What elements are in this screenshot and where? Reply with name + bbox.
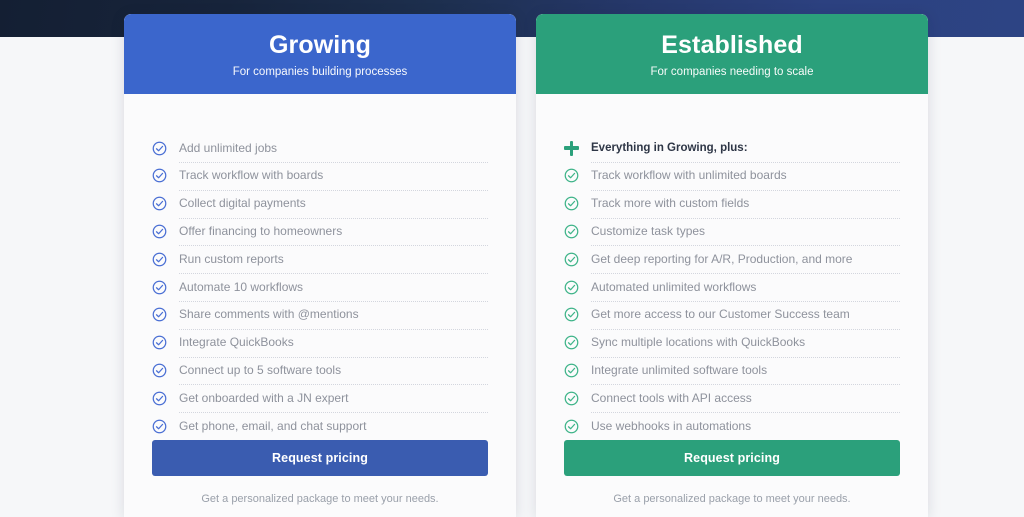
feature-item: Integrate unlimited software tools	[564, 356, 900, 385]
check-circle-icon	[152, 419, 167, 434]
feature-item: Get deep reporting for A/R, Production, …	[564, 245, 900, 273]
feature-item: Run custom reports	[152, 245, 488, 273]
feature-item: Use webhooks in automations	[564, 412, 900, 440]
cta-note-established: Get a personalized package to meet your …	[613, 493, 851, 505]
feature-label: Share comments with @mentions	[179, 307, 359, 322]
feature-item: Add unlimited jobs	[152, 134, 488, 162]
feature-item: Share comments with @mentions	[152, 301, 488, 329]
check-circle-icon	[152, 252, 167, 267]
feature-item: Offer financing to homeowners	[152, 217, 488, 246]
feature-item: Connect tools with API access	[564, 384, 900, 412]
request-pricing-button-growing[interactable]: Request pricing	[152, 440, 488, 476]
feature-label: Track workflow with unlimited boards	[591, 168, 787, 183]
plan-title: Established	[661, 31, 803, 60]
check-circle-icon	[564, 196, 579, 211]
pricing-plan-cards: Growing For companies building processes…	[124, 14, 929, 517]
feature-label: Integrate QuickBooks	[179, 335, 294, 350]
cta-section-established: Request pricing Get a personalized packa…	[564, 440, 900, 517]
check-circle-icon	[564, 363, 579, 378]
feature-label: Get onboarded with a JN expert	[179, 390, 349, 405]
feature-item: Customize task types	[564, 217, 900, 246]
feature-label: Use webhooks in automations	[591, 418, 752, 433]
feature-list-established: Everything in Growing, plus: Track workfl…	[564, 134, 900, 440]
check-circle-icon	[564, 419, 579, 434]
check-circle-icon	[152, 280, 167, 295]
check-circle-icon	[564, 307, 579, 322]
card-header-established: Established For companies needing to sca…	[536, 14, 928, 95]
cta-section-growing: Request pricing Get a personalized packa…	[152, 440, 488, 517]
feature-label: Get more access to our Customer Success …	[591, 307, 850, 322]
feature-item: Track workflow with boards	[152, 162, 488, 190]
feature-label: Add unlimited jobs	[179, 140, 278, 155]
feature-item: Get phone, email, and chat support	[152, 412, 488, 440]
check-circle-icon	[564, 168, 579, 183]
feature-label: Automate 10 workflows	[179, 279, 304, 294]
feature-label: Integrate unlimited software tools	[591, 363, 768, 377]
feature-label: Offer financing to homeowners	[179, 224, 343, 239]
feature-label: Automated unlimited workflows	[591, 279, 757, 294]
feature-item: Everything in Growing, plus:	[564, 134, 900, 162]
cta-note-growing: Get a personalized package to meet your …	[201, 493, 439, 505]
check-circle-icon	[564, 391, 579, 406]
check-circle-icon	[152, 307, 167, 322]
feature-item: Collect digital payments	[152, 189, 488, 218]
check-circle-icon	[564, 224, 579, 239]
feature-label: Get deep reporting for A/R, Production, …	[591, 251, 853, 266]
check-circle-icon	[152, 391, 167, 406]
feature-label: Sync multiple locations with QuickBooks	[591, 335, 806, 350]
feature-item: Track workflow with unlimited boards	[564, 162, 900, 190]
check-circle-icon	[152, 224, 167, 239]
check-circle-icon	[152, 335, 167, 350]
feature-item: Integrate QuickBooks	[152, 328, 488, 357]
check-circle-icon	[564, 252, 579, 267]
feature-item: Automated unlimited workflows	[564, 273, 900, 301]
pricing-card-established: Established For companies needing to sca…	[536, 14, 928, 517]
feature-item: Sync multiple locations with QuickBooks	[564, 328, 900, 357]
check-circle-icon	[152, 363, 167, 378]
feature-list-growing: Add unlimited jobs Track workflow with bo…	[152, 134, 488, 440]
feature-label: Customize task types	[591, 224, 706, 239]
card-body-growing: Add unlimited jobs Track workflow with bo…	[124, 94, 516, 517]
plan-subtitle: For companies building processes	[232, 66, 408, 79]
pricing-card-growing: Growing For companies building processes…	[124, 14, 516, 517]
check-circle-icon	[564, 335, 579, 350]
card-body-established: Everything in Growing, plus: Track workfl…	[536, 94, 928, 517]
feature-label: Everything in Growing, plus:	[591, 141, 748, 154]
check-circle-icon	[152, 196, 167, 211]
card-header-growing: Growing For companies building processes	[124, 14, 516, 95]
feature-item: Track more with custom fields	[564, 189, 900, 218]
feature-item: Automate 10 workflows	[152, 273, 488, 301]
check-circle-icon	[152, 141, 167, 156]
feature-label: Connect up to 5 software tools	[179, 363, 342, 377]
feature-item: Connect up to 5 software tools	[152, 356, 488, 385]
feature-label: Track workflow with boards	[179, 168, 324, 183]
feature-label: Track more with custom fields	[591, 196, 750, 211]
feature-item: Get onboarded with a JN expert	[152, 384, 488, 412]
feature-label: Get phone, email, and chat support	[179, 418, 367, 433]
check-circle-icon	[564, 280, 579, 295]
feature-label: Collect digital payments	[179, 196, 306, 211]
plan-subtitle: For companies needing to scale	[650, 66, 814, 79]
plan-title: Growing	[268, 31, 372, 60]
plus-icon	[564, 140, 579, 156]
feature-item: Get more access to our Customer Success …	[564, 301, 900, 329]
feature-label: Connect tools with API access	[591, 390, 752, 405]
check-circle-icon	[152, 168, 167, 183]
request-pricing-button-established[interactable]: Request pricing	[564, 440, 900, 476]
feature-label: Run custom reports	[179, 251, 284, 266]
